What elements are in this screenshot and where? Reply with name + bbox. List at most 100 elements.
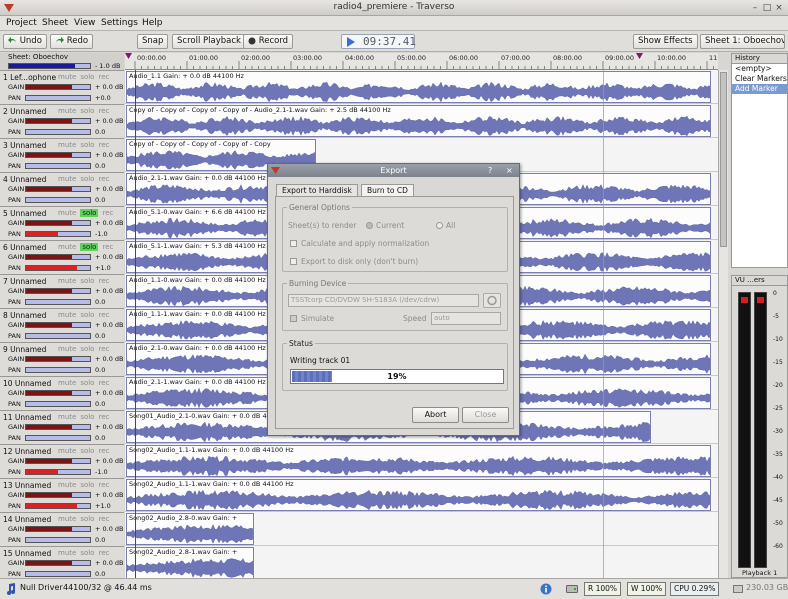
solo-button[interactable]: solo [80, 345, 94, 353]
track-name[interactable]: 11 Unnamed [3, 413, 51, 422]
track-name[interactable]: 2 Unnamed [3, 107, 46, 116]
gain-slider[interactable] [25, 254, 91, 260]
rec-button[interactable]: rec [98, 107, 109, 115]
pan-slider[interactable] [25, 469, 91, 475]
pan-slider[interactable] [25, 299, 91, 305]
info-icon[interactable] [540, 583, 552, 595]
solo-button[interactable]: solo [80, 549, 94, 557]
rec-button[interactable]: rec [98, 73, 109, 81]
rec-button[interactable]: rec [98, 175, 109, 183]
track-header[interactable]: 9 Unnamed mute solo rec GAIN + 0.0 dB PAN 0.0 [0, 343, 124, 377]
track-lane[interactable]: Song02_Audio_1.1-1.wav Gain: + 0.0 dB 44… [125, 444, 718, 478]
history-item[interactable]: <empty> [732, 64, 787, 74]
audio-clip[interactable]: Copy of - Copy of - Copy of - Copy of - … [126, 105, 711, 137]
dialog-close-icon[interactable]: × [506, 164, 513, 177]
track-header[interactable]: 8 Unnamed mute solo rec GAIN + 0.0 dB PAN 0.0 [0, 309, 124, 343]
gain-slider[interactable] [25, 526, 91, 532]
track-header[interactable]: 7 Unnamed mute solo rec GAIN + 0.0 dB PAN 0.0 [0, 275, 124, 309]
rec-button[interactable]: rec [98, 481, 109, 489]
scrollbar-thumb[interactable] [720, 72, 727, 247]
pan-slider[interactable] [25, 367, 91, 373]
track-name[interactable]: 8 Unnamed [3, 311, 46, 320]
pan-slider[interactable] [25, 265, 91, 271]
track-header[interactable]: 11 Unnamed mute solo rec GAIN + 0.0 dB PAN 0.0 [0, 411, 124, 445]
abort-button[interactable]: Abort [412, 407, 459, 423]
playhead[interactable] [135, 70, 136, 578]
simulate-checkbox[interactable] [290, 315, 297, 322]
mute-button[interactable]: mute [58, 175, 76, 183]
solo-button[interactable]: solo [80, 379, 94, 387]
audio-clip[interactable]: Song02_Audio_2.8-1.wav Gain: + [126, 547, 254, 578]
play-icon[interactable] [346, 37, 355, 47]
mute-button[interactable]: mute [58, 141, 76, 149]
solo-button[interactable]: solo [80, 107, 94, 115]
vertical-scrollbar[interactable] [718, 70, 728, 578]
track-lane[interactable]: Audio_1.1 Gain: + 0.0 dB 44100 Hz [125, 70, 718, 104]
redo-button[interactable]: Redo [50, 34, 94, 49]
menu-project[interactable]: Project [6, 18, 37, 28]
mute-button[interactable]: mute [58, 209, 76, 217]
rec-button[interactable]: rec [98, 379, 109, 387]
mute-button[interactable]: mute [58, 413, 76, 421]
solo-button[interactable]: solo [80, 73, 94, 81]
solo-button[interactable]: solo [80, 277, 94, 285]
audio-clip[interactable]: Song02_Audio_1.1-1.wav Gain: + 0.0 dB 44… [126, 445, 711, 477]
track-header[interactable]: 4 Unnamed mute solo rec GAIN + 0.0 dB PAN 0.0 [0, 173, 124, 207]
rec-button[interactable]: rec [98, 447, 109, 455]
track-name[interactable]: 4 Unnamed [3, 175, 46, 184]
marker-icon[interactable] [636, 53, 644, 61]
track-name[interactable]: 3 Unnamed [3, 141, 46, 150]
solo-button[interactable]: solo [80, 209, 99, 217]
pan-slider[interactable] [25, 197, 91, 203]
rec-button[interactable]: rec [102, 243, 113, 251]
timeline-ruler[interactable]: 00:00.00 01:00.00 02:00.00 03:00.00 04:00.00… [125, 53, 718, 70]
track-lane[interactable]: Song02_Audio_2.8-1.wav Gain: + [125, 546, 718, 578]
scroll-playback-button[interactable]: Scroll Playback [172, 34, 246, 49]
gain-slider[interactable] [25, 118, 91, 124]
pan-slider[interactable] [25, 129, 91, 135]
track-name[interactable]: 10 Unnamed [3, 379, 51, 388]
solo-button[interactable]: solo [80, 447, 94, 455]
help-icon[interactable]: ? [488, 164, 492, 177]
gain-slider[interactable] [25, 186, 91, 192]
solo-button[interactable]: solo [80, 413, 94, 421]
mute-button[interactable]: mute [58, 515, 76, 523]
history-item[interactable]: Clear Markers [732, 74, 787, 84]
track-name[interactable]: 5 Unnamed [3, 209, 46, 218]
track-lane[interactable]: Copy of - Copy of - Copy of - Copy of - … [125, 104, 718, 138]
gain-slider[interactable] [25, 390, 91, 396]
mute-button[interactable]: mute [58, 243, 76, 251]
gain-slider[interactable] [25, 492, 91, 498]
track-header[interactable]: 12 Unnamed mute solo rec GAIN + 0.0 dB PAN -1.0 [0, 445, 124, 479]
track-name[interactable]: 6 Unnamed [3, 243, 46, 252]
gain-slider[interactable] [25, 84, 91, 90]
mute-button[interactable]: mute [58, 311, 76, 319]
track-header[interactable]: 14 Unnamed mute solo rec GAIN + 0.0 dB PAN 0.0 [0, 513, 124, 547]
solo-button[interactable]: solo [80, 515, 94, 523]
pan-slider[interactable] [25, 95, 91, 101]
track-name[interactable]: 7 Unnamed [3, 277, 46, 286]
burning-device-select[interactable]: TSSTcorp CD/DVDW SH-S183A (/dev/cdrw) [288, 294, 479, 307]
solo-button[interactable]: solo [80, 175, 94, 183]
close-icon[interactable]: × [774, 3, 784, 13]
track-header[interactable]: 6 Unnamed mute solo rec GAIN + 0.0 dB PAN +1.0 [0, 241, 124, 275]
track-header[interactable]: 1 Lef...ophone mute solo rec GAIN + 0.0 dB PAN… [0, 71, 124, 105]
refresh-devices-button[interactable] [483, 293, 501, 308]
history-item[interactable]: Add Marker [732, 84, 787, 94]
mute-button[interactable]: mute [58, 481, 76, 489]
solo-button[interactable]: solo [80, 311, 94, 319]
menu-help[interactable]: Help [142, 18, 163, 28]
audio-clip[interactable]: Song02_Audio_2.8-0.wav Gain: + [126, 513, 254, 545]
audio-clip[interactable]: Audio_1.1 Gain: + 0.0 dB 44100 Hz [126, 71, 711, 103]
mute-button[interactable]: mute [58, 447, 76, 455]
mute-button[interactable]: mute [58, 107, 76, 115]
audio-clip[interactable]: Song02_Audio_1.1-1.wav Gain: + 0.0 dB 44… [126, 479, 711, 511]
mute-button[interactable]: mute [58, 345, 76, 353]
sheet-select[interactable]: Sheet 1: Oboechov [700, 34, 785, 49]
track-name[interactable]: 14 Unnamed [3, 515, 51, 524]
mute-button[interactable]: mute [58, 73, 76, 81]
rec-button[interactable]: rec [102, 209, 113, 217]
track-header[interactable]: 15 Unnamed mute solo rec GAIN + 0.0 dB PAN 0.0 [0, 547, 124, 581]
track-header[interactable]: 2 Unnamed mute solo rec GAIN + 0.0 dB PAN 0.0 [0, 105, 124, 139]
rec-button[interactable]: rec [98, 345, 109, 353]
